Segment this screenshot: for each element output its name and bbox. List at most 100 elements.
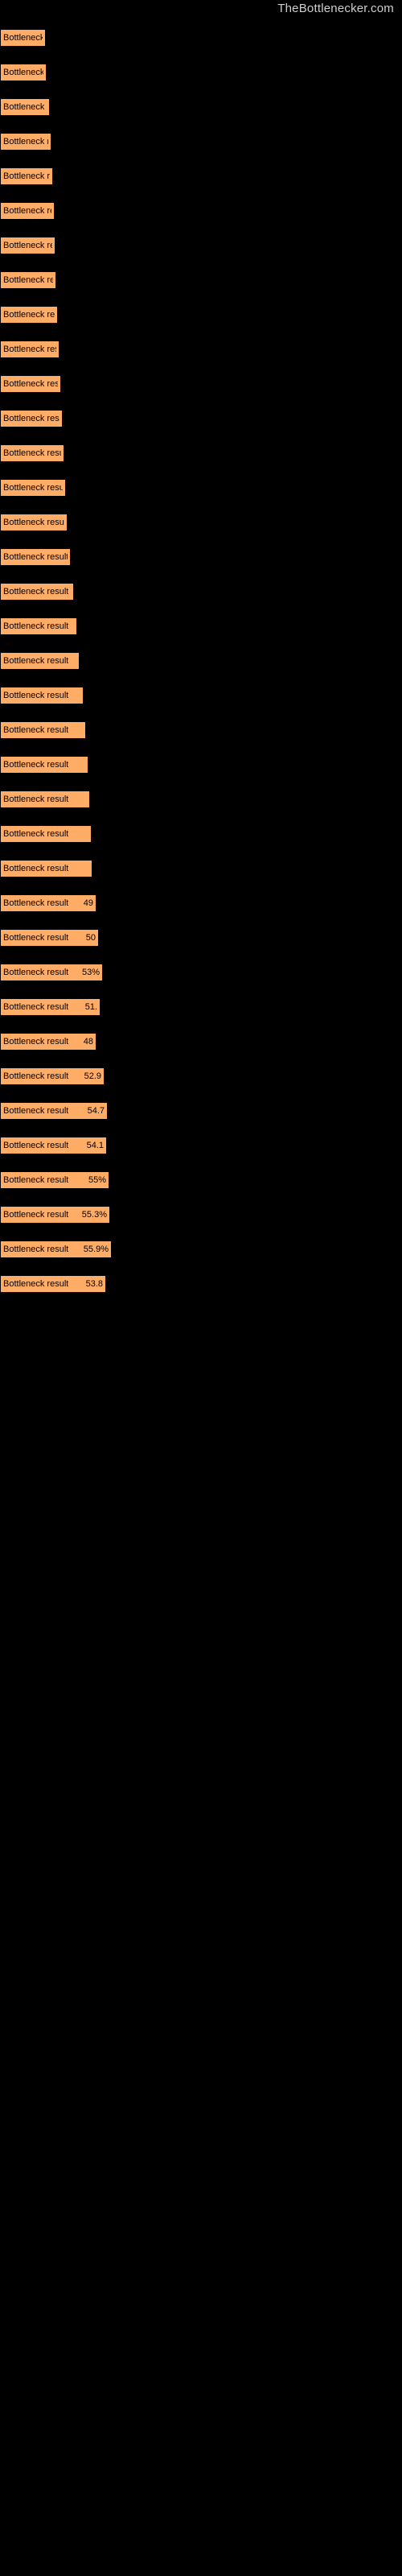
bar-label: Bottleneck result [3,1037,69,1046]
bar-value: 49 [83,898,93,908]
bar: Bottleneck result 53% [0,964,103,981]
bar: Bottleneck result [0,514,68,531]
chart-row: Bottleneck result [0,818,402,852]
bar-label: Bottleneck res [3,241,52,250]
bar-value: 53.8 [85,1279,103,1289]
bar-label: Bottleneck result [3,483,63,493]
chart-row: Bottleneck res [0,229,402,264]
bar-label: Bottleneck result [3,1279,69,1289]
bar: Bottleneck resu [0,341,59,358]
bar-label: Bottleneck result [3,1071,69,1081]
bar-label: Bottleneck result [3,725,69,735]
bar: Bottleneck res [0,167,53,185]
bar: Bottleneck result [0,825,92,843]
bar: Bottleneck result [0,687,84,704]
bar-label: Bottleneck result [3,864,69,873]
chart-row: Bottleneck res [0,264,402,299]
bar-label: Bottleneck result [3,552,68,562]
bar-label: Bottleneck res [3,137,48,147]
chart-row: Bottleneck result [0,402,402,437]
bar-label: Bottleneck result [3,518,64,527]
bar: Bottleneck resu [0,375,61,393]
bar: Bottleneck result 55.3% [0,1206,110,1224]
chart-row: Bottleneck result 51. [0,991,402,1026]
bar-label: Bottleneck result [3,1175,69,1185]
bar-label: Bottleneck re [3,68,43,77]
bar: Bottleneck re [0,64,47,81]
chart-row: Bottleneck result [0,576,402,610]
bar-label: Bottleneck result [3,760,69,770]
chart-row: Bottleneck res [0,91,402,126]
bar-label: Bottleneck res [3,275,53,285]
bar-label: Bottleneck result [3,691,69,700]
bar-value: 53% [81,968,100,977]
bar-label: Bottleneck resu [3,379,58,389]
bar: Bottleneck result 55% [0,1171,109,1189]
bar-label: Bottleneck result [3,933,69,943]
bar-label: Bottleneck result [3,1002,69,1012]
bar: Bottleneck result [0,479,66,497]
bar: Bottleneck re [0,29,46,47]
bar-value: 50 [85,933,96,943]
bar-label: Bottleneck resu [3,345,56,354]
bar: Bottleneck result [0,652,80,670]
bar-value: 55% [88,1175,106,1185]
chart-row: Bottleneck result 55.3% [0,1199,402,1233]
bar-label: Bottleneck result [3,1106,69,1116]
bar-label: Bottleneck result [3,621,69,631]
bar-label: Bottleneck result [3,448,61,458]
bar-label: Bottleneck resu [3,310,55,320]
bar-label: Bottleneck result [3,587,69,597]
chart-row: Bottleneck result [0,645,402,679]
bar: Bottleneck res [0,98,50,116]
chart-row: Bottleneck resu [0,299,402,333]
bottleneck-bar-chart: Bottleneck re Bottleneck re Bottleneck res… [0,22,402,1302]
bar: Bottleneck result 49 [0,894,96,912]
bar: Bottleneck res [0,271,56,289]
chart-row: Bottleneck result 48 [0,1026,402,1060]
chart-row: Bottleneck result [0,541,402,576]
chart-row: Bottleneck result [0,852,402,887]
chart-row: Bottleneck result [0,783,402,818]
watermark: TheBottlenecker.com [277,2,394,15]
bar-label: Bottleneck res [3,102,47,112]
chart-row: Bottleneck result 55.9% [0,1233,402,1268]
bar-label: Bottleneck result [3,898,69,908]
chart-row: Bottleneck result [0,714,402,749]
bar-label: Bottleneck result [3,414,59,423]
chart-row: Bottleneck result [0,749,402,783]
chart-row: Bottleneck result 54.7 [0,1095,402,1129]
bar-label: Bottleneck result [3,656,69,666]
bar: Bottleneck result 50 [0,929,99,947]
bar: Bottleneck result 51. [0,998,100,1016]
chart-row: Bottleneck re [0,56,402,91]
bar-value: 55.3% [81,1210,107,1220]
chart-row: Bottleneck result 55% [0,1164,402,1199]
bar-label: Bottleneck re [3,33,43,43]
bar-value: 54.1 [86,1141,104,1150]
bar: Bottleneck result 48 [0,1033,96,1051]
chart-row: Bottleneck result 53.8 [0,1268,402,1302]
bar-label: Bottleneck resu [3,206,51,216]
bar: Bottleneck result 52.9 [0,1067,105,1085]
chart-row: Bottleneck result 49 [0,887,402,922]
chart-row: Bottleneck re [0,22,402,56]
chart-row: Bottleneck result [0,610,402,645]
bar: Bottleneck result [0,791,90,808]
chart-row: Bottleneck result [0,472,402,506]
bar-label: Bottleneck result [3,968,69,977]
chart-row: Bottleneck resu [0,368,402,402]
bar: Bottleneck result [0,583,74,601]
bar-label: Bottleneck result [3,1141,69,1150]
bar-value: 55.9% [83,1245,109,1254]
bar-value: 51. [84,1002,97,1012]
bar: Bottleneck resu [0,202,55,220]
bar-label: Bottleneck res [3,171,50,181]
bar: Bottleneck res [0,133,51,151]
bar-value: 52.9 [84,1071,101,1081]
bar-label: Bottleneck result [3,795,69,804]
chart-row: Bottleneck res [0,126,402,160]
chart-row: Bottleneck resu [0,195,402,229]
bar: Bottleneck result [0,410,63,427]
bar: Bottleneck result [0,721,86,739]
